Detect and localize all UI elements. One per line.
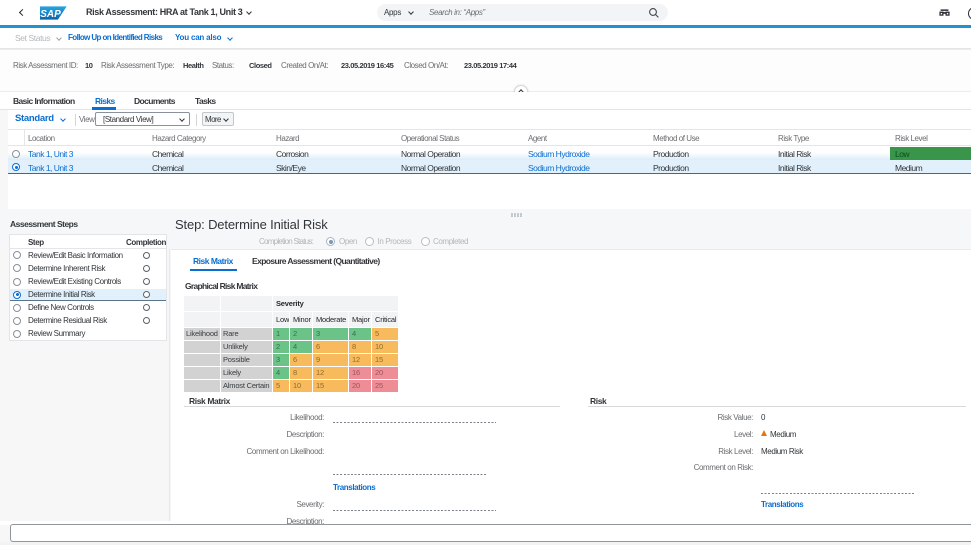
svg-text:SAP: SAP	[40, 9, 61, 20]
